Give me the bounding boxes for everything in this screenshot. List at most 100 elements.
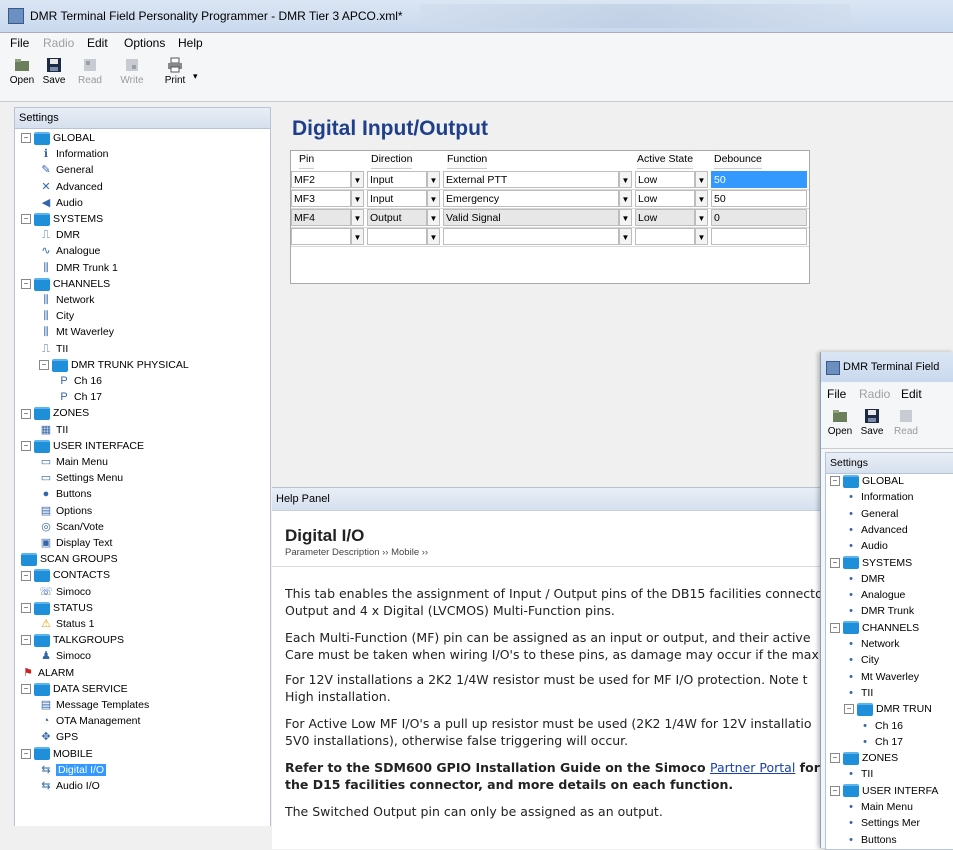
menu-edit[interactable]: Edit (87, 36, 108, 50)
menu-radio[interactable]: Radio (43, 36, 74, 50)
dropdown-arrow-icon[interactable]: ▼ (619, 209, 632, 226)
dropdown-arrow-icon[interactable]: ▼ (619, 171, 632, 188)
collapse-icon[interactable]: − (21, 408, 31, 419)
dropdown-arrow-icon[interactable]: ▼ (351, 190, 364, 207)
cell-direction[interactable]: Input (367, 190, 427, 207)
menu-options[interactable]: Options (124, 36, 165, 50)
collapse-icon[interactable]: − (21, 603, 31, 614)
column-header-pin[interactable]: Pin (299, 151, 315, 169)
collapse-icon[interactable]: − (21, 748, 31, 759)
tree-item-audio[interactable]: ◀ Audio (39, 195, 83, 211)
collapse-icon[interactable]: − (21, 133, 31, 144)
collapse-icon[interactable]: − (830, 753, 840, 764)
tree-item-options[interactable]: ▤ Options (39, 503, 92, 519)
cell-debounce[interactable]: 50 (711, 171, 807, 188)
cell-pin[interactable] (291, 228, 351, 245)
second-tree-item[interactable]: − SYSTEMS (830, 555, 912, 571)
tree-item-information[interactable]: ℹ Information (39, 146, 109, 162)
dropdown-arrow-icon[interactable]: ▼ (695, 228, 708, 245)
save-button[interactable]: Save (39, 57, 69, 97)
second-tree-item[interactable]: − ZONES (830, 750, 898, 766)
column-header-function[interactable]: Function (447, 151, 488, 169)
tree-item-data-service[interactable]: − DATA SERVICE (21, 681, 128, 697)
print-dropdown-arrow-icon[interactable]: ▾ (193, 71, 198, 82)
tree-item-user-interface[interactable]: − USER INTERFACE (21, 438, 144, 454)
cell-active[interactable]: Low (635, 190, 695, 207)
second-tree-item[interactable]: • Main Menu (844, 799, 913, 815)
second-tree-item[interactable]: • DMR (844, 571, 885, 587)
collapse-icon[interactable]: − (21, 635, 31, 646)
menu-file[interactable]: File (10, 36, 29, 50)
tree-item-systems[interactable]: − SYSTEMS (21, 211, 103, 227)
second-tree-item[interactable]: • Advanced (844, 522, 908, 538)
second-tree-item[interactable]: − CHANNELS (830, 620, 919, 636)
dropdown-arrow-icon[interactable]: ▼ (427, 209, 440, 226)
cell-debounce[interactable] (711, 228, 807, 245)
write-button[interactable]: Write (117, 57, 147, 97)
second-tree-item[interactable]: • Network (844, 636, 899, 652)
cell-function[interactable] (443, 228, 619, 245)
tree-item-alarm[interactable]: ⚑ ALARM (21, 665, 74, 681)
tree-item-dmr[interactable]: ⎍ DMR (39, 227, 80, 243)
tree-item-buttons[interactable]: ● Buttons (39, 486, 92, 502)
cell-function[interactable]: External PTT (443, 171, 619, 188)
cell-active[interactable] (635, 228, 695, 245)
tree-item-gps[interactable]: ✥ GPS (39, 729, 78, 745)
cell-pin[interactable]: MF3 (291, 190, 351, 207)
collapse-icon[interactable]: − (830, 785, 840, 796)
print-button[interactable]: Print (160, 57, 190, 97)
second-menu-radio[interactable]: Radio (859, 387, 890, 401)
tree-item-contacts[interactable]: − CONTACTS (21, 567, 110, 583)
tree-item-analogue[interactable]: ∿ Analogue (39, 243, 100, 259)
second-tree-item[interactable]: • General (844, 506, 898, 522)
table-row[interactable]: MF2 ▼ Input ▼ External PTT ▼ Low ▼ 50 (291, 170, 809, 190)
second-read-button[interactable]: Read (891, 408, 921, 448)
tree-item-simoco[interactable]: ☏ Simoco (39, 584, 91, 600)
cell-pin[interactable]: MF2 (291, 171, 351, 188)
cell-active[interactable]: Low (635, 171, 695, 188)
collapse-icon[interactable]: − (21, 570, 31, 581)
second-tree-item[interactable]: • Audio (844, 538, 888, 554)
tree-item-talkgroups[interactable]: − TALKGROUPS (21, 632, 124, 648)
collapse-icon[interactable]: − (844, 704, 854, 715)
tree-item-dmr-trunk-physical[interactable]: − DMR TRUNK PHYSICAL (39, 357, 189, 373)
dropdown-arrow-icon[interactable]: ▼ (351, 171, 364, 188)
tree-item-channels[interactable]: − CHANNELS (21, 276, 110, 292)
tree-item-simoco[interactable]: ♟ Simoco (39, 648, 91, 664)
second-menu-file[interactable]: File (827, 387, 846, 401)
tree-item-message-templates[interactable]: ▤ Message Templates (39, 697, 149, 713)
tree-item-scan-groups[interactable]: SCAN GROUPS (21, 551, 118, 567)
cell-active[interactable]: Low (635, 209, 695, 226)
dropdown-arrow-icon[interactable]: ▼ (619, 190, 632, 207)
second-open-button[interactable]: Open (825, 408, 855, 448)
second-tree-item[interactable]: • Buttons (844, 832, 897, 848)
tree-item-city[interactable]: ⫼ City (39, 308, 74, 324)
collapse-icon[interactable]: − (39, 360, 49, 371)
collapse-icon[interactable]: − (21, 279, 31, 290)
second-tree-item[interactable]: • Ch 17 (858, 734, 903, 750)
dropdown-arrow-icon[interactable]: ▼ (351, 209, 364, 226)
cell-function[interactable]: Valid Signal (443, 209, 619, 226)
dropdown-arrow-icon[interactable]: ▼ (695, 190, 708, 207)
tree-item-main-menu[interactable]: ▭ Main Menu (39, 454, 108, 470)
tree-item-display-text[interactable]: ▣ Display Text (39, 535, 113, 551)
table-row[interactable]: MF3 ▼ Input ▼ Emergency ▼ Low ▼ 50 (291, 189, 809, 209)
collapse-icon[interactable]: − (830, 622, 840, 633)
dropdown-arrow-icon[interactable]: ▼ (695, 209, 708, 226)
tree-item-tii[interactable]: ▦ TII (39, 422, 68, 438)
tree-item-digital-i-o[interactable]: ⇆ Digital I/O (39, 762, 107, 778)
tree-item-tii[interactable]: ⎍ TII (39, 341, 68, 357)
second-tree-item[interactable]: − USER INTERFA (830, 783, 938, 799)
tree-item-scan-vote[interactable]: ◎ Scan/Vote (39, 519, 104, 535)
tree-item-global[interactable]: − GLOBAL (21, 130, 95, 146)
column-header-active-state[interactable]: Active State (637, 151, 694, 169)
collapse-icon[interactable]: − (21, 214, 31, 225)
tree-item-mobile[interactable]: − MOBILE (21, 746, 93, 762)
second-tree-item[interactable]: • Settings Mer (844, 815, 920, 831)
second-tree-item[interactable]: • City (844, 652, 879, 668)
second-tree-item[interactable]: • Mt Waverley (844, 669, 919, 685)
tree-item-ch-16[interactable]: P Ch 16 (57, 373, 102, 389)
collapse-icon[interactable]: − (830, 557, 840, 568)
second-tree-item[interactable]: − DMR TRUN (844, 701, 932, 717)
column-header-debounce[interactable]: Debounce (714, 151, 762, 169)
